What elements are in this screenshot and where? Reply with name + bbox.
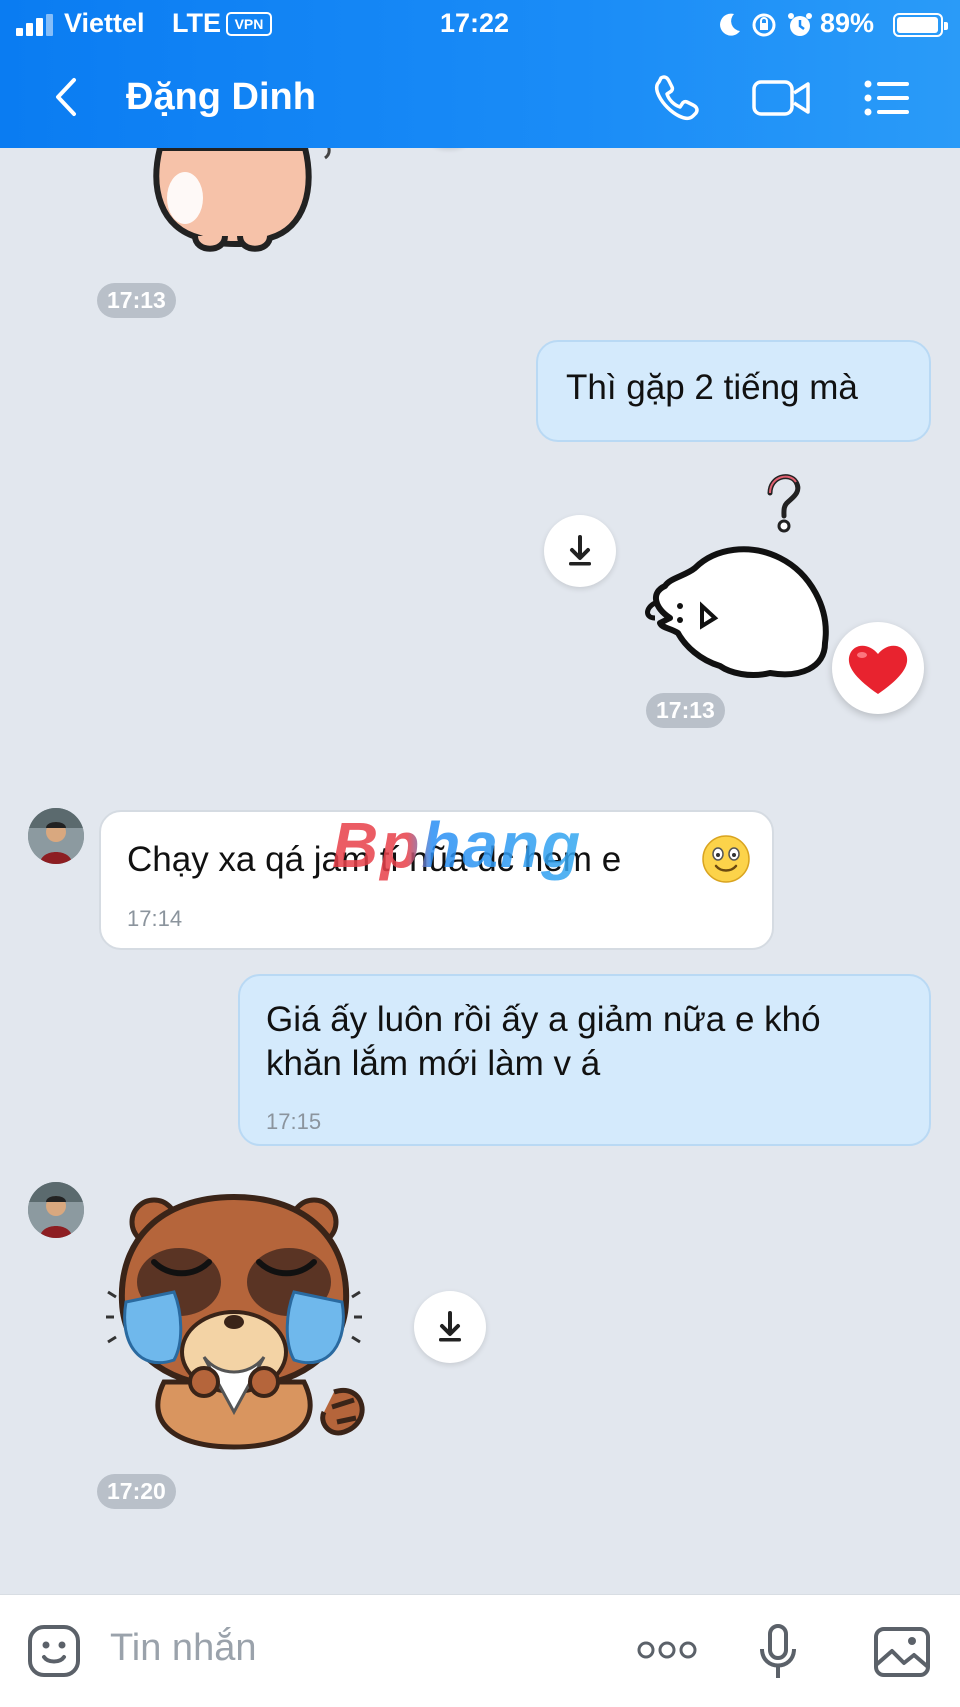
sticker-question-blob[interactable] [640, 468, 850, 708]
avatar[interactable] [28, 1182, 84, 1238]
message-text-line1: Giá ấy luôn rồi ấy a giảm nữa e khó [266, 1000, 821, 1039]
sticker-icon[interactable] [26, 1623, 82, 1679]
avatar-photo [28, 1182, 84, 1238]
more-options-icon[interactable] [636, 1639, 698, 1661]
status-bar: Viettel LTE VPN 17:22 89% [0, 0, 960, 50]
video-call-icon[interactable] [750, 70, 812, 126]
image-icon[interactable] [872, 1625, 932, 1679]
outgoing-message[interactable]: Thì gặp 2 tiếng mà [536, 340, 931, 442]
battery-percent: 89% [820, 8, 875, 38]
sticker-pink-character[interactable] [140, 148, 360, 258]
message-input-bar: Tin nhắn [0, 1594, 960, 1707]
timestamp: 17:13 [97, 283, 176, 318]
smile-emoji-icon [702, 835, 750, 883]
network-label: LTE [172, 8, 221, 38]
menu-icon[interactable] [862, 70, 912, 126]
vpn-badge: VPN [226, 12, 272, 36]
battery-icon [893, 13, 948, 37]
heart-reaction[interactable] [832, 622, 924, 714]
avatar[interactable] [28, 808, 84, 864]
message-list[interactable]: 17:13 Thì gặp 2 tiếng mà 17:13 Chạy xa q… [0, 148, 960, 1594]
download-button[interactable] [414, 1291, 486, 1363]
carrier-label: Viettel [64, 8, 145, 38]
nav-bar: Đặng Dinh [0, 56, 960, 140]
phone-icon[interactable] [648, 70, 704, 126]
outgoing-message[interactable]: Giá ấy luôn rồi ấy a giảm nữa e khó khăn… [238, 974, 931, 1146]
signal-icon [16, 14, 56, 36]
back-icon[interactable] [44, 72, 94, 122]
sticker-crying-raccoon[interactable] [104, 1182, 374, 1452]
watermark: Bphang [332, 809, 583, 881]
avatar-photo [28, 808, 84, 864]
timestamp: 17:13 [646, 693, 725, 728]
download-icon [439, 1311, 461, 1342]
microphone-icon[interactable] [758, 1623, 798, 1681]
message-time: 17:14 [127, 906, 183, 931]
chat-header: Viettel LTE VPN 17:22 89% Đặng Dinh [0, 0, 960, 148]
heart-icon [848, 645, 908, 694]
download-icon [569, 535, 591, 566]
rotation-lock-icon [752, 13, 776, 37]
alarm-icon [788, 13, 812, 36]
contact-name[interactable]: Đặng Dinh [126, 76, 316, 119]
message-input[interactable]: Tin nhắn [110, 1627, 256, 1670]
download-button[interactable] [544, 515, 616, 587]
message-text-line2: khăn lắm mới làm v á [266, 1044, 601, 1083]
message-time: 17:15 [266, 1109, 322, 1134]
message-text: Thì gặp 2 tiếng mà [566, 368, 858, 407]
clock: 17:22 [440, 8, 510, 38]
timestamp: 17:20 [97, 1474, 176, 1509]
moon-icon [720, 13, 740, 36]
